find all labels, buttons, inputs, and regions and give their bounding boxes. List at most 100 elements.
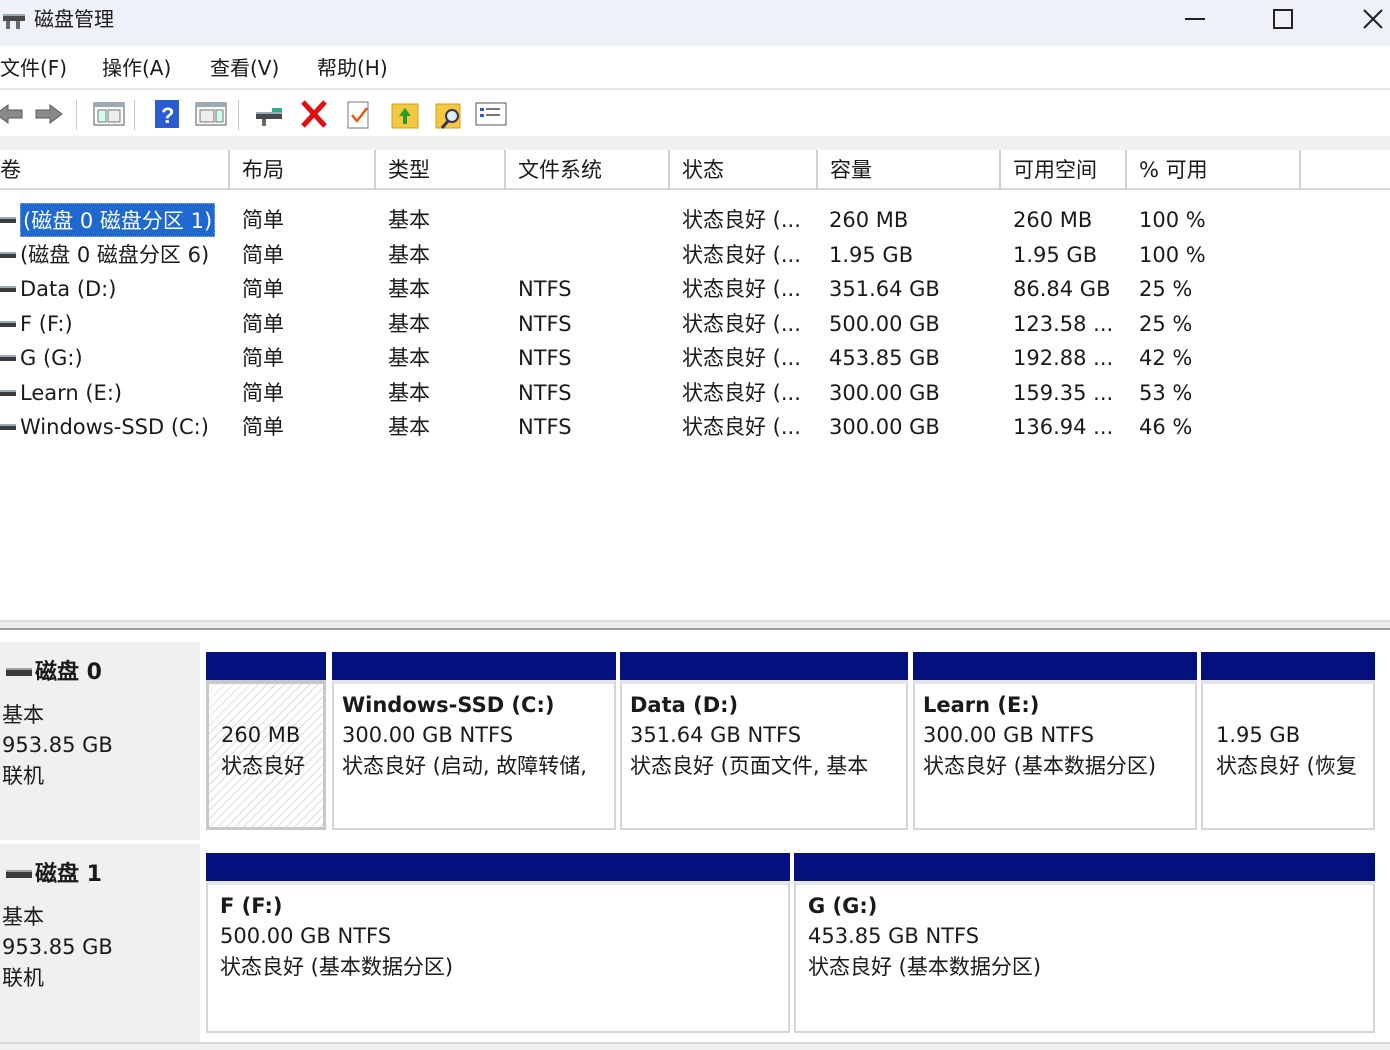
minimize-button[interactable]	[1168, 0, 1222, 38]
cell-capacity: 1.95 GB	[829, 242, 914, 267]
close-icon	[1363, 9, 1383, 29]
table-row[interactable]: Learn (E:) 简单 基本 NTFS 状态良好 (... 300.00 GB 159.…	[0, 376, 1390, 410]
toolbar-separator	[238, 100, 239, 130]
partition-learn-e[interactable]: Learn (E:) 300.00 GB NTFS 状态良好 (基本数据分区)	[913, 652, 1197, 830]
menu-view[interactable]: 查看(V)	[210, 54, 279, 82]
partition-title: F (F:)	[220, 894, 283, 918]
menu-action[interactable]: 操作(A)	[102, 54, 171, 82]
action-pane-button[interactable]	[194, 98, 228, 130]
column-header-status[interactable]: 状态	[670, 150, 818, 190]
cell-status: 状态良好 (...	[682, 380, 801, 405]
cell-capacity: 300.00 GB	[829, 415, 940, 439]
cell-capacity: 500.00 GB	[829, 311, 940, 336]
column-header-layout[interactable]: 布局	[230, 150, 376, 190]
volume-icon	[0, 424, 16, 430]
cell-capacity: 260 MB	[829, 208, 909, 232]
folder-up-icon	[391, 103, 419, 129]
column-header-percent-free[interactable]: % 可用	[1127, 150, 1301, 190]
partition-recovery[interactable]: 1.95 GB 状态良好 (恢复	[1201, 652, 1375, 830]
cell-type: 基本	[388, 242, 430, 267]
partition-body: Windows-SSD (C:) 300.00 GB NTFS 状态良好 (启动…	[332, 680, 616, 830]
table-row[interactable]: G (G:) 简单 基本 NTFS 状态良好 (... 453.85 GB 192.88 .…	[0, 341, 1390, 375]
help-button[interactable]: ?	[150, 98, 184, 130]
cell-free-space: 136.94 ...	[1013, 415, 1114, 439]
disk-management-app-icon	[2, 9, 26, 33]
cell-free-space: 86.84 GB	[1013, 277, 1111, 301]
cell-layout: 简单	[242, 346, 284, 370]
column-header-type[interactable]: 类型	[376, 150, 506, 190]
disk-kind: 基本	[2, 905, 44, 929]
check-button[interactable]	[342, 98, 376, 130]
disk-size: 953.85 GB	[2, 733, 113, 757]
partition-size: 500.00 GB NTFS	[220, 924, 392, 948]
partition-body: Data (D:) 351.64 GB NTFS 状态良好 (页面文件, 基本	[620, 680, 908, 830]
table-row[interactable]: (磁盘 0 磁盘分区 6) 简单 基本 状态良好 (... 1.95 GB 1.95 GB…	[0, 238, 1390, 272]
connect-disk-button[interactable]	[252, 98, 286, 130]
table-row[interactable]: Windows-SSD (C:) 简单 基本 NTFS 状态良好 (... 300.00 …	[0, 410, 1390, 444]
close-button[interactable]	[1346, 0, 1390, 38]
table-row[interactable]: Data (D:) 简单 基本 NTFS 状态良好 (... 351.64 GB 86.84…	[0, 272, 1390, 306]
properties-list-button[interactable]	[474, 98, 508, 130]
cell-layout: 简单	[242, 277, 284, 301]
cell-percent-free: 53 %	[1139, 380, 1193, 405]
cell-type: 基本	[388, 311, 430, 336]
minimize-icon	[1185, 18, 1205, 20]
volume-icon	[0, 355, 16, 361]
folder-up-button[interactable]	[388, 98, 422, 130]
cell-percent-free: 46 %	[1139, 415, 1193, 439]
disk-icon	[6, 668, 32, 676]
cell-layout: 简单	[242, 242, 284, 267]
partition-body: 260 MB 状态良好	[206, 680, 326, 830]
delete-button[interactable]	[298, 98, 332, 130]
partition-header-bar	[206, 652, 326, 680]
partition-title: G (G:)	[808, 894, 878, 918]
console-tree-button[interactable]	[92, 98, 126, 130]
partition-disk0-1[interactable]: 260 MB 状态良好	[206, 652, 326, 830]
partition-status: 状态良好 (基本数据分区)	[808, 955, 1042, 979]
disk-icon	[6, 870, 32, 878]
cell-layout: 简单	[242, 415, 284, 439]
maximize-icon	[1273, 9, 1293, 29]
maximize-button[interactable]	[1256, 0, 1310, 38]
cell-volume: Data (D:)	[20, 277, 117, 301]
partition-g[interactable]: G (G:) 453.85 GB NTFS 状态良好 (基本数据分区)	[794, 853, 1375, 1033]
menu-help[interactable]: 帮助(H)	[317, 54, 388, 82]
disk-kind: 基本	[2, 703, 44, 727]
disk-0-label[interactable]: 磁盘 0 基本 953.85 GB 联机	[0, 642, 200, 840]
partition-windows-ssd-c[interactable]: Windows-SSD (C:) 300.00 GB NTFS 状态良好 (启动…	[332, 652, 616, 830]
partition-size: 1.95 GB	[1216, 723, 1301, 747]
partition-status: 状态良好 (启动, 故障转储,	[342, 754, 587, 778]
partition-f[interactable]: F (F:) 500.00 GB NTFS 状态良好 (基本数据分区)	[206, 853, 790, 1033]
partition-header-bar	[1201, 652, 1375, 680]
menu-file[interactable]: 文件(F)	[0, 54, 67, 82]
column-header-filesystem[interactable]: 文件系统	[506, 150, 670, 190]
search-folder-icon	[435, 103, 461, 129]
column-header-capacity[interactable]: 容量	[818, 150, 1001, 190]
search-folder-button[interactable]	[432, 98, 466, 130]
table-row[interactable]: F (F:) 简单 基本 NTFS 状态良好 (... 500.00 GB 123.58 .…	[0, 307, 1390, 341]
pane-splitter[interactable]	[0, 620, 1390, 630]
forward-button[interactable]	[32, 98, 66, 130]
disk-state: 联机	[2, 764, 44, 788]
cell-volume: (磁盘 0 磁盘分区 1)	[20, 203, 216, 237]
cell-percent-free: 25 %	[1139, 311, 1193, 336]
partition-status: 状态良好 (恢复	[1216, 754, 1357, 778]
disk-graphical-view: 磁盘 0 基本 953.85 GB 联机 260 MB 状态良好 Windows…	[0, 630, 1390, 1050]
column-header-row: 卷 布局 类型 文件系统 状态 容量 可用空间 % 可用	[0, 150, 1390, 190]
partition-header-bar	[794, 853, 1375, 881]
title-bar: 磁盘管理	[0, 0, 1390, 46]
help-icon: ?	[155, 100, 179, 128]
table-row[interactable]: (磁盘 0 磁盘分区 1) 简单 基本 状态良好 (... 260 MB 260 MB 10…	[0, 203, 1390, 237]
partition-data-d[interactable]: Data (D:) 351.64 GB NTFS 状态良好 (页面文件, 基本	[620, 652, 908, 830]
partition-title: Data (D:)	[630, 693, 739, 717]
cell-layout: 简单	[242, 208, 284, 232]
column-header-volume[interactable]: 卷	[0, 150, 230, 190]
disk-management-window: 磁盘管理 文件(F) 操作(A) 查看(V) 帮助(H) ? 卷 布局 类型 文…	[0, 0, 1390, 1050]
cell-capacity: 300.00 GB	[829, 380, 940, 405]
back-button[interactable]	[0, 98, 26, 130]
disk-1-label[interactable]: 磁盘 1 基本 953.85 GB 联机	[0, 844, 200, 1042]
column-header-free-space[interactable]: 可用空间	[1001, 150, 1127, 190]
partition-size: 453.85 GB NTFS	[808, 924, 980, 948]
cell-status: 状态良好 (...	[682, 346, 801, 370]
cell-percent-free: 25 %	[1139, 277, 1193, 301]
